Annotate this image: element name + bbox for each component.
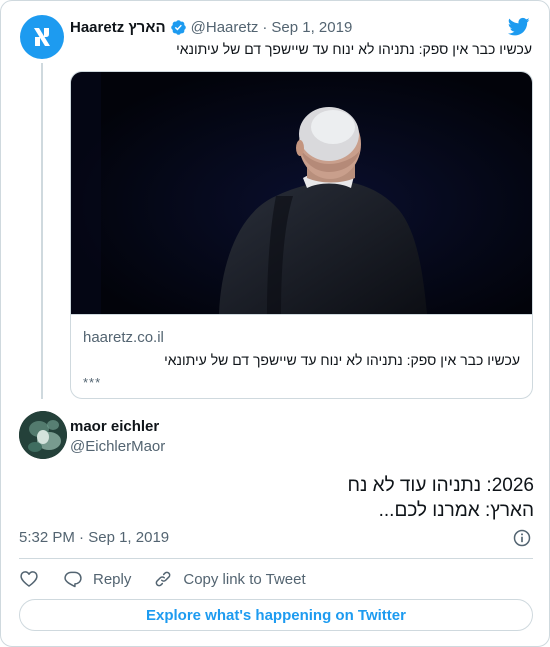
tweet-actions: Reply Copy link to Tweet (19, 567, 328, 591)
reply-button[interactable]: Reply (63, 569, 131, 589)
haaretz-avatar[interactable] (20, 15, 64, 59)
separator-dot: · (79, 529, 85, 546)
explore-twitter-button[interactable]: Explore what's happening on Twitter (19, 599, 533, 631)
link-description: *** (83, 375, 102, 390)
info-icon[interactable] (512, 528, 532, 548)
tweet-text-line-2: הארץ: אמרנו לכם... (378, 500, 534, 521)
link-chain-icon (155, 571, 171, 587)
link-domain: haaretz.co.il (83, 329, 164, 346)
quoted-tweet-date[interactable]: Sep 1, 2019 (271, 19, 352, 36)
separator-dot: · (262, 18, 268, 36)
like-button[interactable] (19, 569, 39, 589)
quoted-tweet-text: עכשיו כבר אין ספק: נתניהו לא ינוח עד שיי… (176, 41, 532, 57)
copy-link-label: Copy link to Tweet (183, 570, 306, 588)
reply-label: Reply (93, 570, 132, 588)
tweet-date: Sep 1, 2019 (88, 529, 170, 546)
tweet-time: 5:32 PM (19, 529, 75, 546)
quoted-tweet-header: Haaretz הארץ @Haaretz · Sep 1, 2019 (70, 17, 529, 37)
link-preview-image (71, 72, 532, 314)
link-preview-meta: haaretz.co.il עכשיו כבר אין ספק: נתניהו … (71, 314, 532, 398)
haaretz-logo-icon (34, 28, 50, 46)
tweet-text-line-1: 2026: נתניהו עוד לא נח (347, 475, 534, 496)
link-title: עכשיו כבר אין ספק: נתניהו לא ינוח עד שיי… (164, 352, 520, 368)
maor-eichler-avatar[interactable] (19, 411, 67, 459)
copy-link-button[interactable]: Copy link to Tweet (153, 569, 306, 589)
tweet-text: 2026: נתניהו עוד לא נח הארץ: אמרנו לכם..… (20, 473, 534, 523)
verified-badge-icon (170, 19, 186, 35)
author-handle[interactable]: @EichlerMaor (70, 438, 165, 455)
quoted-author-name[interactable]: Haaretz הארץ (70, 19, 166, 36)
avatar-photo (19, 411, 67, 459)
twitter-bird-icon[interactable] (508, 17, 530, 37)
author-name[interactable]: maor eichler (70, 418, 159, 435)
heart-icon (20, 571, 38, 587)
thread-connector-line (41, 63, 43, 399)
divider (19, 558, 533, 559)
tweet-embed-card: Haaretz הארץ @Haaretz · Sep 1, 2019 עכשי… (0, 0, 550, 647)
tweet-timestamp[interactable]: 5:32 PM · Sep 1, 2019 (19, 529, 169, 546)
quoted-author-handle[interactable]: @Haaretz (191, 19, 259, 36)
reply-bubble-icon (64, 571, 82, 588)
link-preview-card[interactable]: haaretz.co.il עכשיו כבר אין ספק: נתניהו … (70, 71, 533, 399)
